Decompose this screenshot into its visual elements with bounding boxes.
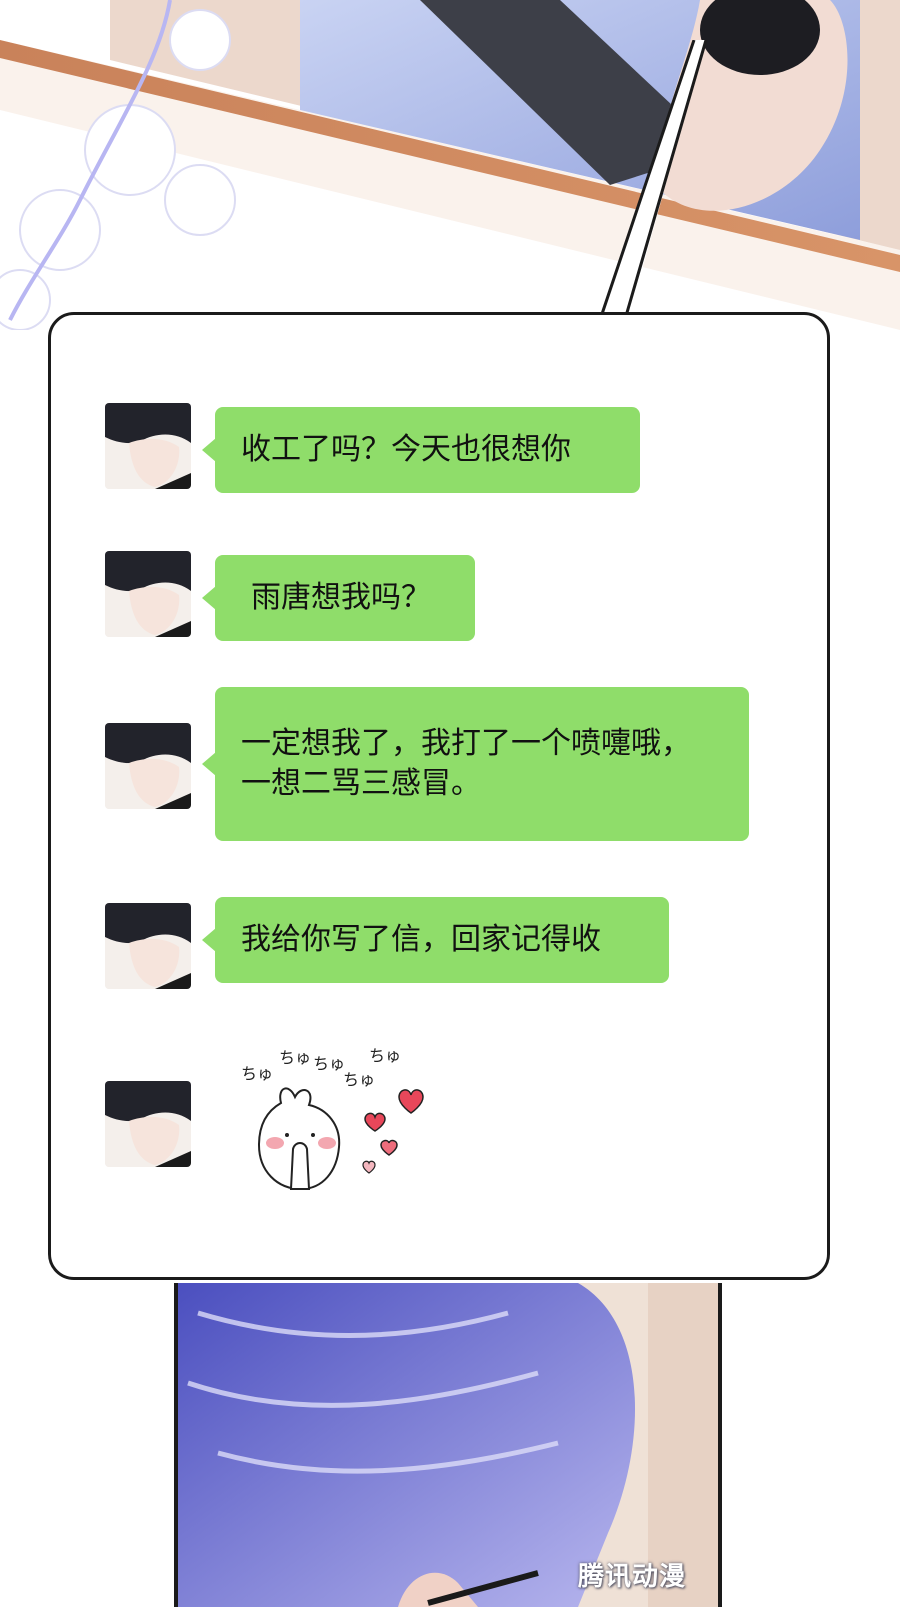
top-illustration-panel (0, 0, 900, 330)
message-text: 我给你写了信，回家记得收 (241, 922, 601, 957)
heart-icon (362, 1089, 424, 1174)
avatar (105, 1081, 191, 1167)
message-bubble: 雨唐想我吗？ (202, 555, 475, 641)
sound-effect-text: ちゅ (313, 1054, 345, 1073)
avatar (105, 723, 191, 809)
message-bubble: 收工了吗？今天也很想你 (202, 407, 640, 493)
speech-tail (598, 40, 708, 320)
message-text: 收工了吗？今天也很想你 (241, 432, 571, 467)
message-bubble: 一定想我了，我打了一个喷嚏哦， 一想二骂三感冒。 (202, 687, 749, 841)
chat-speech-panel: 收工了吗？今天也很想你 雨唐想我吗？ 一定想我了，我打了一个喷嚏哦， 一想二骂三… (48, 312, 830, 1280)
kiss-bunny-sticker: ちゅ ちゅ ちゅ ちゅ ちゅ (241, 1046, 424, 1191)
sound-effect-text: ちゅ (241, 1064, 273, 1083)
watermark-text: 腾讯动漫 (577, 1562, 686, 1592)
sound-effect-text: ちゅ (279, 1048, 311, 1067)
message-text: 雨唐想我吗？ (251, 580, 431, 615)
bottom-illustration-panel: 腾讯动漫 (174, 1283, 722, 1607)
top-illustration-art (0, 0, 900, 330)
avatar (105, 551, 191, 637)
avatar (105, 403, 191, 489)
message-text: 一定想我了，我打了一个喷嚏哦， 一想二骂三感冒。 (241, 726, 691, 801)
avatar (105, 903, 191, 989)
sound-effect-text: ちゅ (369, 1046, 401, 1065)
message-bubble: 我给你写了信，回家记得收 (202, 897, 669, 983)
sound-effect-text: ちゅ (343, 1070, 375, 1089)
